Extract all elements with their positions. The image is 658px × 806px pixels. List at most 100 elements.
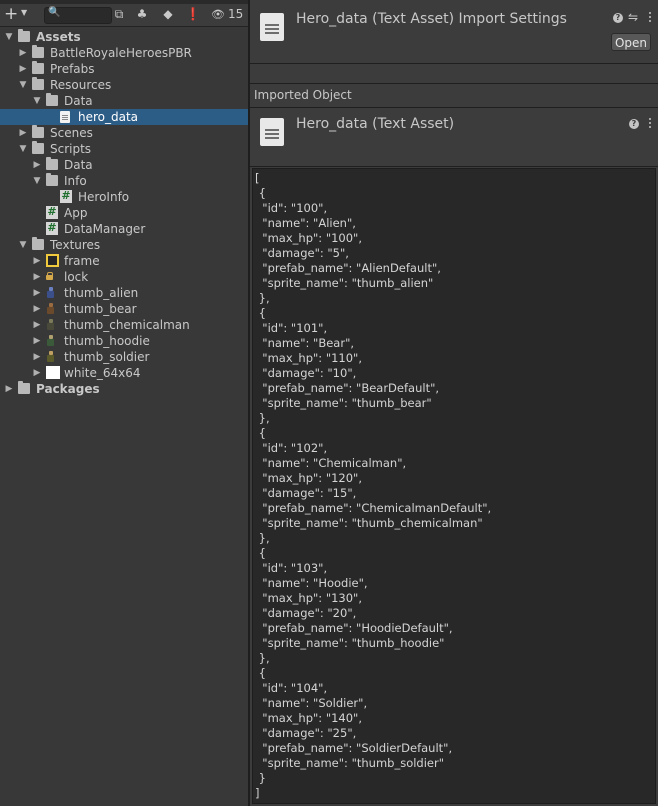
imported-object-header: Hero_data (Text Asset) ? <box>250 108 658 166</box>
filter-by-label-icon[interactable]: ◆ <box>159 6 177 23</box>
import-settings-title: Hero_data (Text Asset) Import Settings <box>296 11 567 27</box>
create-dropdown-caret-icon[interactable]: ▼ <box>21 8 27 17</box>
divider <box>250 166 658 167</box>
search-input[interactable]: 🔍 <box>44 7 112 24</box>
folder-icon <box>32 45 44 58</box>
tree-item[interactable]: # App <box>0 205 248 221</box>
tree-item[interactable]: ▶ lock <box>0 269 248 285</box>
expanded-arrow-icon[interactable]: ▼ <box>4 29 14 45</box>
csharp-script-icon: # <box>60 189 72 203</box>
expanded-arrow-icon[interactable]: ▼ <box>18 237 28 253</box>
tree-item-label: Textures <box>50 238 101 252</box>
header-icons: ? ⇋ <box>613 10 655 26</box>
tree-item[interactable]: ▶ Packages <box>0 381 248 397</box>
help-icon[interactable]: ? <box>629 119 639 129</box>
project-tree: ▼ Assets ▶ BattleRoyaleHeroesPBR ▶ Prefabs ▼ Re… <box>0 29 248 397</box>
tree-item-label: Data <box>64 94 93 108</box>
import-settings-header: Hero_data (Text Asset) Import Settings ?… <box>250 0 658 62</box>
collapsed-arrow-icon[interactable]: ▶ <box>32 301 42 317</box>
collapsed-arrow-icon[interactable]: ▶ <box>32 253 42 269</box>
tree-item[interactable]: ▶ thumb_soldier <box>0 349 248 365</box>
tree-item[interactable]: ▶ frame <box>0 253 248 269</box>
collapsed-arrow-icon[interactable]: ▶ <box>32 157 42 173</box>
tree-item-label: Prefabs <box>50 62 95 76</box>
character-sprite-icon <box>46 287 55 298</box>
expanded-arrow-icon[interactable]: ▼ <box>32 173 42 189</box>
folder-open-icon <box>32 141 44 154</box>
filter-by-type-icon[interactable]: ♣ <box>133 6 151 23</box>
tree-item-label: Data <box>64 158 93 172</box>
text-asset-icon <box>60 111 70 123</box>
imported-object-title: Hero_data (Text Asset) <box>296 116 455 132</box>
tree-item-label: Packages <box>36 382 100 396</box>
imported-object-label: Imported Object <box>254 88 352 102</box>
tree-item[interactable]: ▶ thumb_chemicalman <box>0 317 248 333</box>
divider <box>250 63 658 64</box>
tree-item[interactable]: # DataManager <box>0 221 248 237</box>
lock-texture-icon <box>46 272 54 280</box>
tree-item-label: Assets <box>36 30 81 44</box>
frame-texture-icon <box>46 254 59 267</box>
expanded-arrow-icon[interactable]: ▼ <box>18 77 28 93</box>
help-icon[interactable]: ? <box>613 13 623 23</box>
warning-filter-icon[interactable]: ❗ <box>184 6 202 23</box>
kebab-menu-icon[interactable] <box>648 12 652 24</box>
tree-item[interactable]: ▼ Resources <box>0 77 248 93</box>
expanded-arrow-icon[interactable]: ▼ <box>32 93 42 109</box>
tree-item-label: thumb_alien <box>64 286 139 300</box>
tree-item-label: BattleRoyaleHeroesPBR <box>50 46 192 60</box>
tree-item[interactable]: ▼ Info <box>0 173 248 189</box>
tree-item-label: HeroInfo <box>78 190 130 204</box>
tree-item[interactable]: hero_data <box>0 109 248 125</box>
folder-open-icon <box>46 173 58 186</box>
collapsed-arrow-icon[interactable]: ▶ <box>18 125 28 141</box>
tree-item[interactable]: ▶ thumb_bear <box>0 301 248 317</box>
tree-item-label: Resources <box>50 78 112 92</box>
open-button[interactable]: Open <box>611 33 651 51</box>
tree-item[interactable]: ▶ thumb_hoodie <box>0 333 248 349</box>
tree-item-label: Scenes <box>50 126 93 140</box>
collapsed-arrow-icon[interactable]: ▶ <box>18 45 28 61</box>
tree-item[interactable]: # HeroInfo <box>0 189 248 205</box>
folder-open-icon <box>46 93 58 106</box>
collapsed-arrow-icon[interactable]: ▶ <box>32 349 42 365</box>
collapsed-arrow-icon[interactable]: ▶ <box>32 285 42 301</box>
tree-item-label: Info <box>64 174 87 188</box>
white-texture-icon <box>46 366 60 379</box>
hidden-packages-icon[interactable]: 👁 <box>211 6 225 23</box>
presets-icon[interactable]: ⇋ <box>628 10 638 24</box>
character-sprite-icon <box>46 351 55 362</box>
tree-item[interactable]: ▶ thumb_alien <box>0 285 248 301</box>
tree-item-label: frame <box>64 254 100 268</box>
tree-item[interactable]: ▼ Textures <box>0 237 248 253</box>
divider <box>250 83 658 84</box>
create-plus-icon[interactable]: + <box>4 5 18 23</box>
tree-item[interactable]: ▶ Prefabs <box>0 61 248 77</box>
collapsed-arrow-icon[interactable]: ▶ <box>32 317 42 333</box>
tree-item[interactable]: ▶ BattleRoyaleHeroesPBR <box>0 45 248 61</box>
collapsed-arrow-icon[interactable]: ▶ <box>18 61 28 77</box>
collapsed-arrow-icon[interactable]: ▶ <box>32 365 42 381</box>
expanded-arrow-icon[interactable]: ▼ <box>18 141 28 157</box>
csharp-script-icon: # <box>46 205 58 219</box>
folder-open-icon <box>32 237 44 250</box>
kebab-menu-icon[interactable] <box>648 118 652 130</box>
folder-open-icon <box>18 29 30 42</box>
tree-item[interactable]: ▼ Assets <box>0 29 248 45</box>
tree-item-label: thumb_soldier <box>64 350 150 364</box>
collapsed-arrow-icon[interactable]: ▶ <box>4 381 14 397</box>
search-by-type-icon[interactable]: ⧉ <box>110 6 128 23</box>
tree-item-label: lock <box>64 270 89 284</box>
collapsed-arrow-icon[interactable]: ▶ <box>32 333 42 349</box>
csharp-script-icon: # <box>46 221 58 235</box>
tree-item[interactable]: ▶ white_64x64 <box>0 365 248 381</box>
tree-item[interactable]: ▼ Scripts <box>0 141 248 157</box>
folder-icon <box>32 61 44 74</box>
tree-item[interactable]: ▶ Data <box>0 157 248 173</box>
search-icon: 🔍 <box>48 7 61 18</box>
tree-item[interactable]: ▼ Data <box>0 93 248 109</box>
tree-item-label: App <box>64 206 88 220</box>
tree-item[interactable]: ▶ Scenes <box>0 125 248 141</box>
text-asset-content: [ { "id": "100", "name": "Alien", "max_h… <box>255 171 492 800</box>
collapsed-arrow-icon[interactable]: ▶ <box>32 269 42 285</box>
